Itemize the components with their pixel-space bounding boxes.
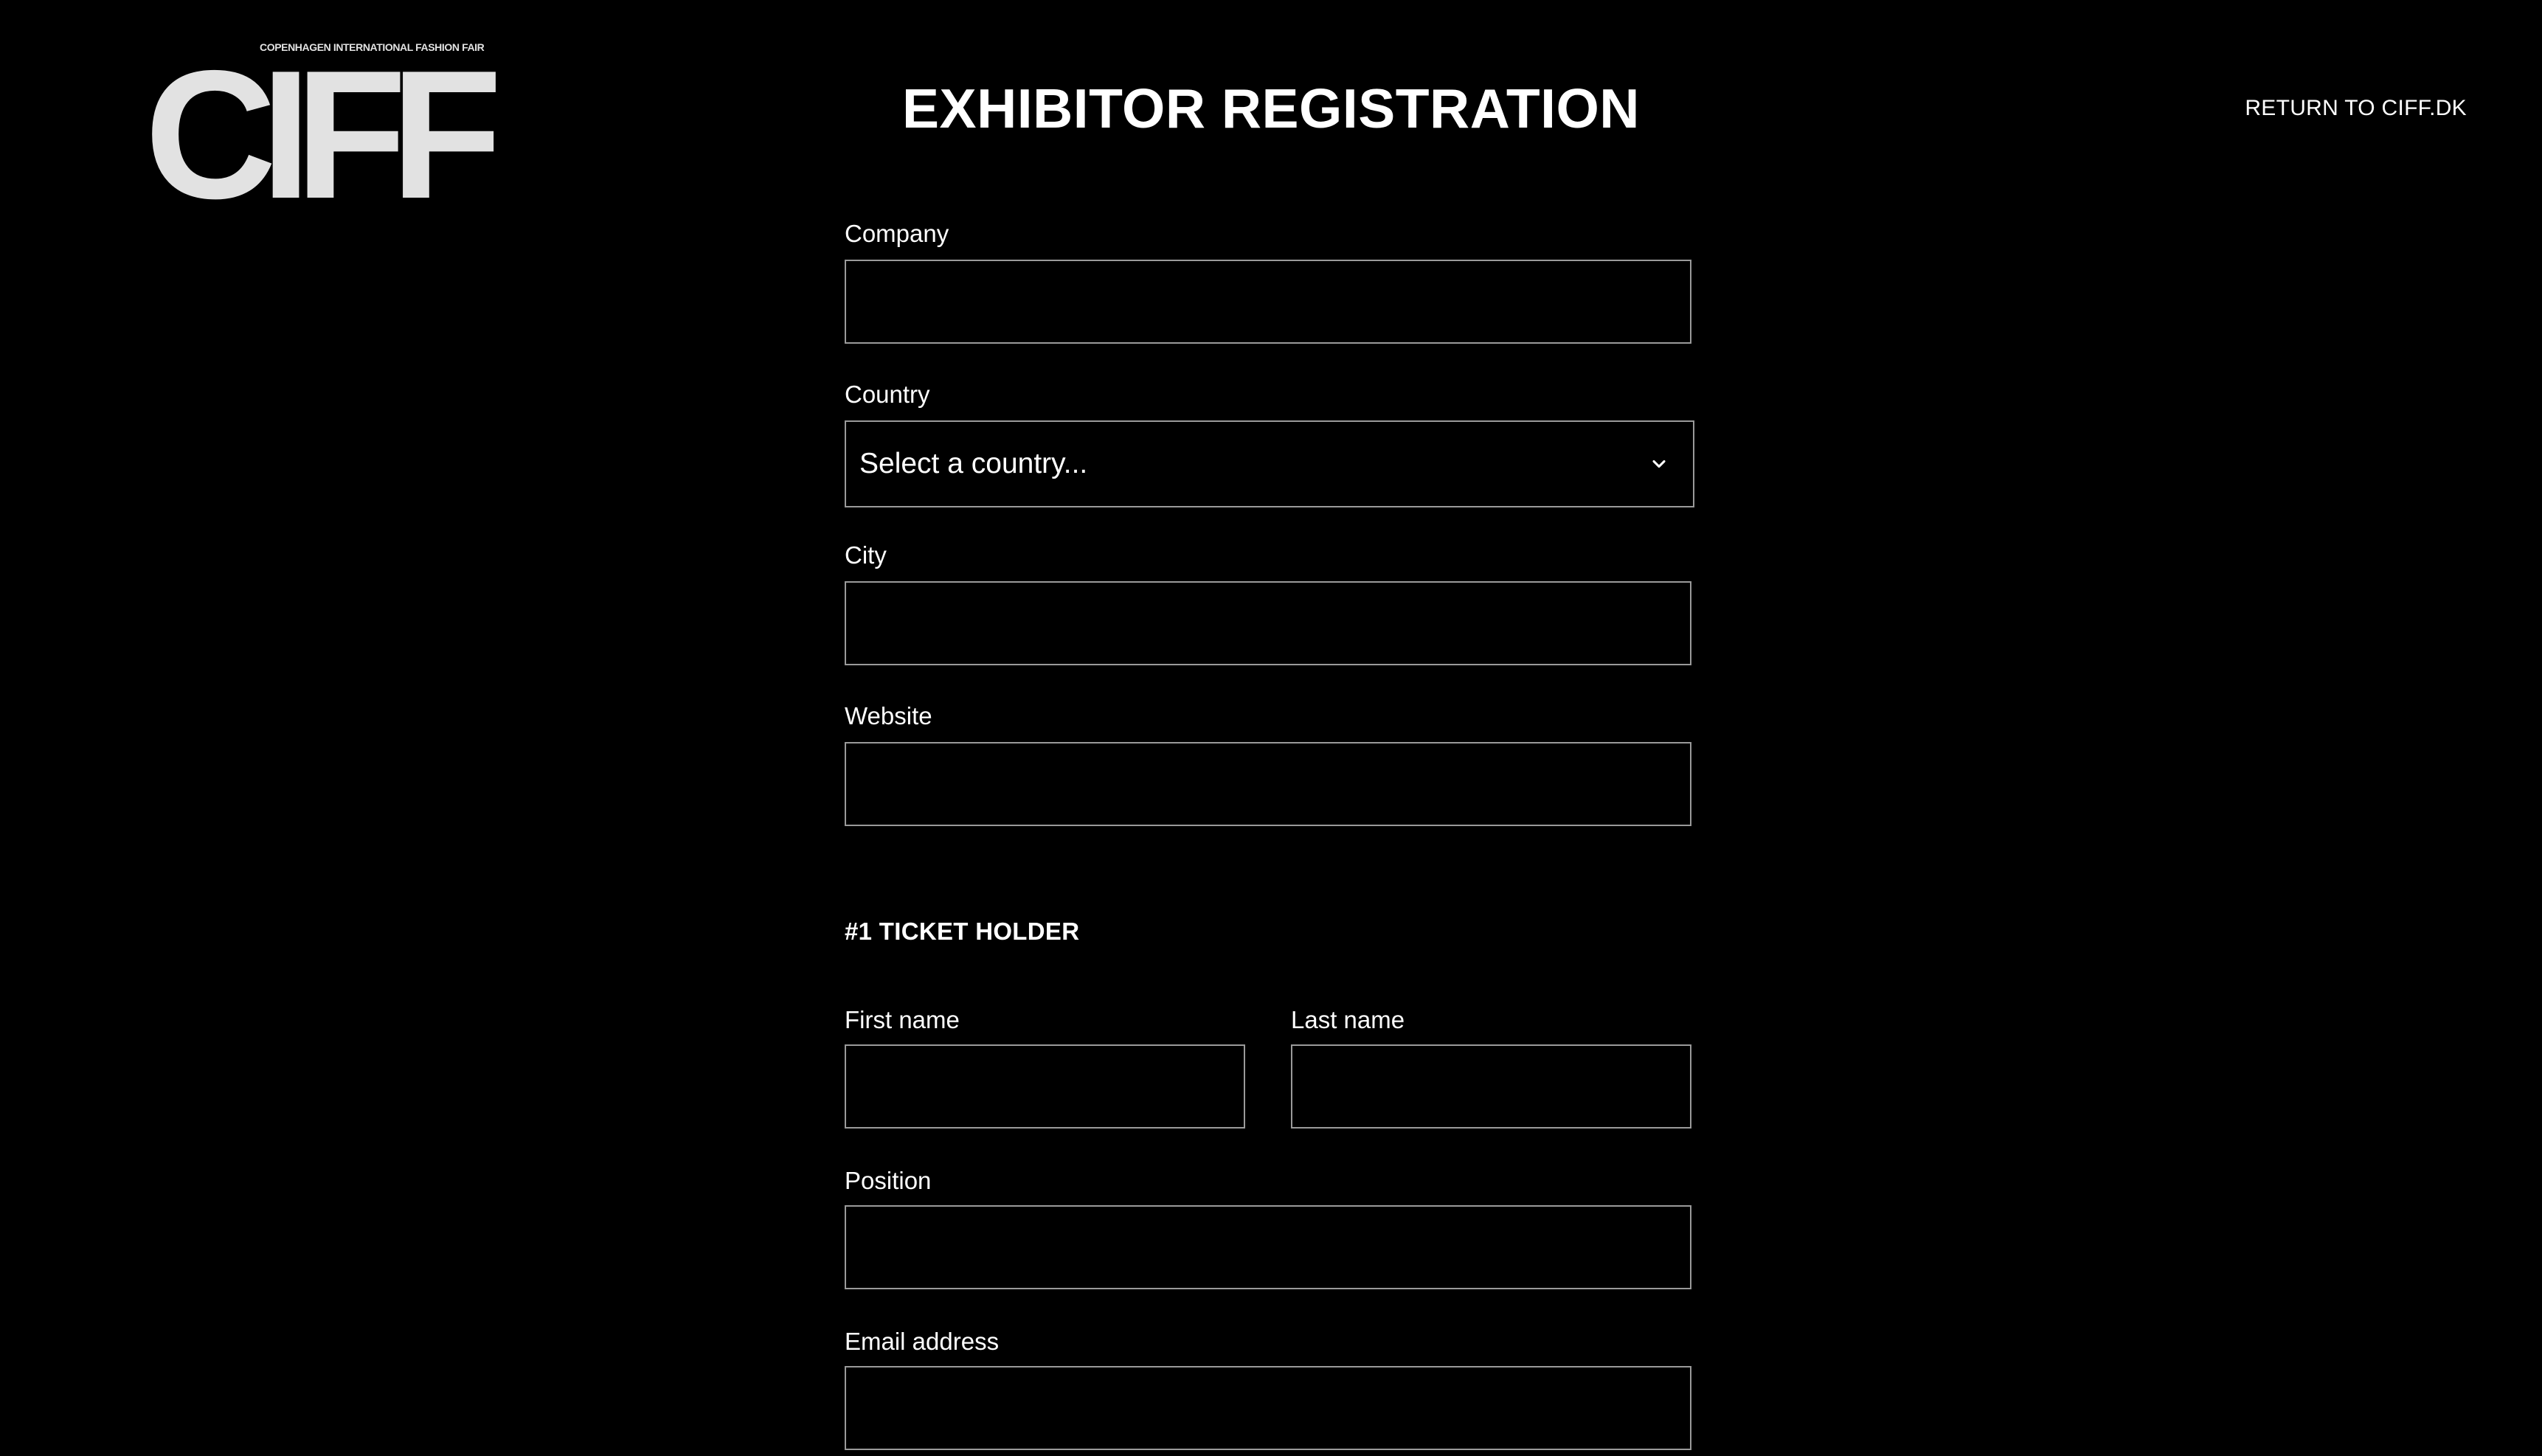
- email-input[interactable]: [846, 1367, 1690, 1449]
- position-field[interactable]: [845, 1205, 1691, 1289]
- city-input[interactable]: [846, 583, 1690, 664]
- country-select-control[interactable]: Select a country...: [846, 422, 1693, 506]
- country-select-value: Select a country...: [859, 448, 1088, 479]
- last-name-field[interactable]: [1291, 1044, 1691, 1129]
- country-label: Country: [845, 381, 930, 408]
- first-name-field[interactable]: [845, 1044, 1245, 1129]
- city-label: City: [845, 541, 887, 569]
- website-input[interactable]: [846, 743, 1690, 825]
- page-title: EXHIBITOR REGISTRATION: [902, 77, 1640, 139]
- page: COPENHAGEN INTERNATIONAL FASHION FAIR CI…: [0, 0, 2542, 1456]
- country-select[interactable]: Select a country...: [845, 420, 1694, 507]
- last-name-label: Last name: [1291, 1006, 1405, 1033]
- website-field[interactable]: [845, 742, 1691, 826]
- company-input[interactable]: [846, 261, 1690, 342]
- website-label: Website: [845, 702, 932, 729]
- first-name-label: First name: [845, 1006, 960, 1033]
- company-label: Company: [845, 220, 949, 247]
- return-to-site-link[interactable]: RETURN TO CIFF.DK: [2245, 96, 2467, 121]
- chevron-down-icon: [1652, 460, 1666, 468]
- first-name-input[interactable]: [846, 1046, 1244, 1127]
- email-label: Email address: [845, 1328, 1000, 1355]
- company-field[interactable]: [845, 260, 1691, 344]
- ticket-holder-heading: #1 TICKET HOLDER: [845, 918, 1080, 945]
- position-input[interactable]: [846, 1207, 1690, 1288]
- position-label: Position: [845, 1167, 932, 1194]
- city-field[interactable]: [845, 581, 1691, 665]
- email-field[interactable]: [845, 1366, 1691, 1450]
- last-name-input[interactable]: [1292, 1046, 1690, 1127]
